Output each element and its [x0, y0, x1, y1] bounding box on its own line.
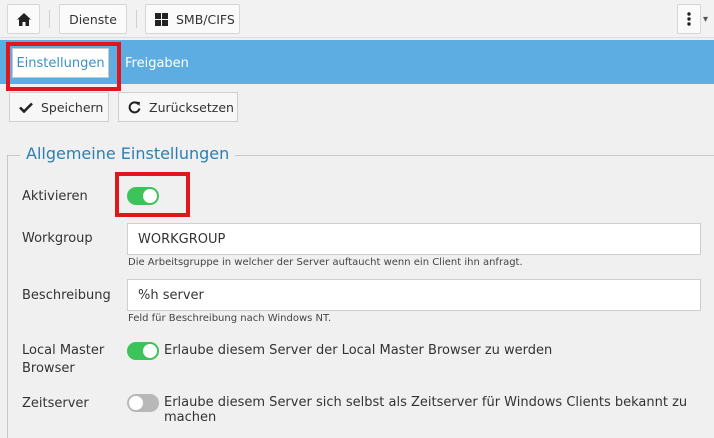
windows-icon [155, 12, 168, 26]
checkmark-icon [19, 102, 33, 113]
breadcrumb-smb-cifs[interactable]: SMB/CIFS [145, 4, 240, 34]
tab-freigaben-label: Freigaben [125, 55, 189, 71]
breadcrumb-dienste-label: Dienste [69, 11, 117, 27]
save-button-label: Speichern [41, 99, 104, 115]
local-master-label-line2: Browser [22, 361, 75, 376]
home-icon [16, 12, 31, 26]
workgroup-value: WORKGROUP [138, 231, 226, 247]
workgroup-label: Workgroup [22, 231, 93, 246]
description-value: %h server [138, 287, 204, 303]
tab-freigaben[interactable]: Freigaben [125, 48, 189, 78]
local-master-label: Local Master Browser [22, 342, 104, 378]
description-help: Feld für Beschreibung nach Windows NT. [128, 313, 332, 324]
breadcrumb-dienste[interactable]: Dienste [59, 4, 127, 34]
workgroup-help: Die Arbeitsgruppe in welcher der Server … [128, 257, 523, 268]
description-label: Beschreibung [22, 288, 111, 303]
breadcrumb-separator [136, 10, 137, 28]
timeserver-text: Erlaube diesem Server sich selbst als Ze… [164, 395, 688, 425]
timeserver-toggle[interactable] [127, 394, 159, 412]
reset-button-label: Zurücksetzen [149, 99, 234, 115]
more-menu-button[interactable] [677, 4, 701, 34]
toggle-knob [129, 396, 143, 410]
toggle-knob [143, 344, 157, 358]
local-master-toggle[interactable] [127, 342, 159, 360]
enable-label: Aktivieren [22, 189, 88, 204]
home-button[interactable] [7, 4, 40, 34]
breadcrumb-smb-label: SMB/CIFS [176, 11, 235, 27]
local-master-text: Erlaube diesem Server der Local Master B… [164, 343, 553, 358]
workgroup-input[interactable]: WORKGROUP [127, 223, 701, 255]
description-input[interactable]: %h server [127, 279, 701, 311]
save-button[interactable]: Speichern [9, 92, 109, 122]
chevron-down-icon[interactable]: ▾ [703, 14, 708, 25]
section-title: Allgemeine Einstellungen [20, 144, 236, 163]
highlight-box-toggle [115, 172, 190, 217]
refresh-icon [128, 100, 141, 113]
local-master-label-line1: Local Master [22, 343, 105, 358]
breadcrumb-separator [49, 10, 50, 28]
timeserver-label: Zeitserver [22, 396, 89, 411]
kebab-menu-icon [687, 12, 691, 26]
top-navigation-bar: Dienste SMB/CIFS ▾ [0, 0, 714, 38]
reset-button[interactable]: Zurücksetzen [118, 92, 238, 122]
highlight-box-tab [6, 42, 121, 91]
